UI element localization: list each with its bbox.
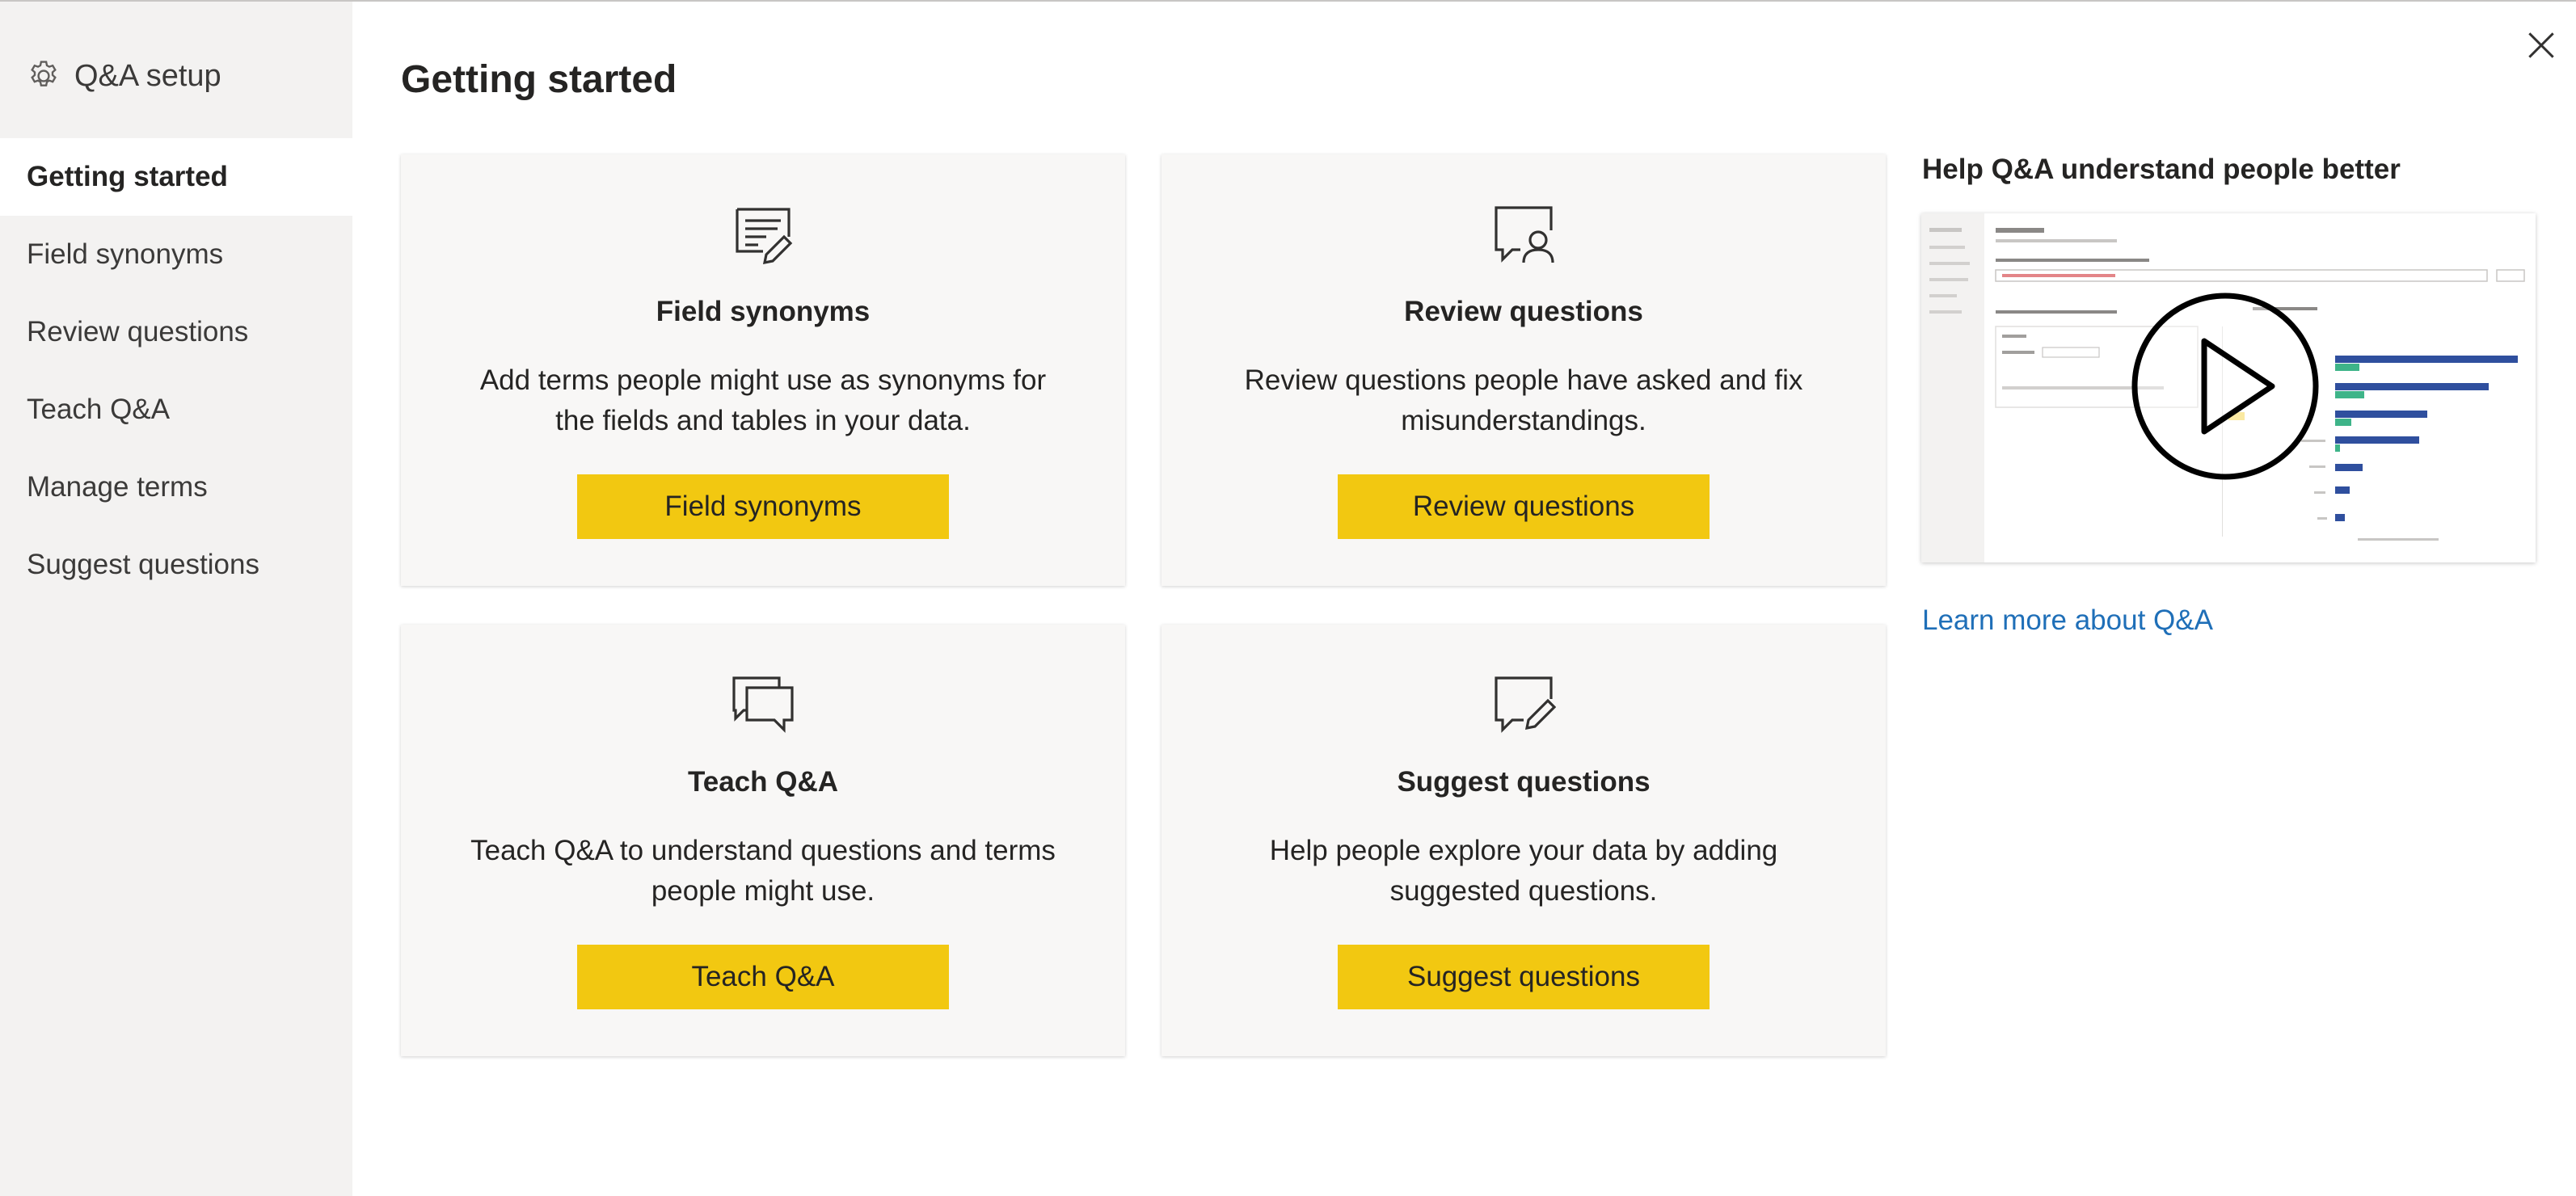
card-description: Add terms people might use as synonyms f… — [479, 364, 1047, 436]
learn-more-link[interactable]: Learn more about Q&A — [1922, 604, 2213, 637]
sidebar-nav: Getting started Field synonyms Review qu… — [0, 138, 352, 604]
conversation-icon — [732, 676, 794, 733]
sidebar-item-getting-started[interactable]: Getting started — [0, 138, 352, 216]
review-questions-button[interactable]: Review questions — [1338, 474, 1710, 539]
sidebar-title: Q&A setup — [74, 58, 221, 93]
page-title: Getting started — [401, 58, 677, 101]
card-teach-qna: Teach Q&A Teach Q&A to understand questi… — [401, 625, 1125, 1056]
sidebar-item-field-synonyms[interactable]: Field synonyms — [0, 216, 352, 293]
chat-pencil-icon — [1495, 676, 1556, 733]
gear-icon — [31, 61, 57, 86]
field-synonyms-button[interactable]: Field synonyms — [577, 474, 949, 539]
qna-setup-dialog: Q&A setup Getting started Field synonyms… — [0, 0, 2576, 1196]
help-section-title: Help Q&A understand people better — [1922, 154, 2401, 185]
card-description: Review questions people have asked and f… — [1244, 364, 1803, 436]
sidebar: Q&A setup Getting started Field synonyms… — [0, 2, 352, 1196]
sidebar-header: Q&A setup — [26, 52, 221, 100]
play-icon[interactable] — [2135, 296, 2316, 477]
card-title: Suggest questions — [1397, 766, 1651, 798]
close-icon[interactable] — [2523, 27, 2559, 63]
card-title: Review questions — [1404, 296, 1643, 327]
card-suggest-questions: Suggest questions Help people explore yo… — [1162, 625, 1886, 1056]
card-review-questions: Review questions Review questions people… — [1162, 154, 1886, 586]
card-title: Teach Q&A — [687, 766, 839, 798]
sidebar-item-teach-qna[interactable]: Teach Q&A — [0, 371, 352, 448]
tutorial-video-thumbnail[interactable] — [1921, 213, 2536, 562]
sidebar-item-suggest-questions[interactable]: Suggest questions — [0, 526, 352, 604]
card-description: Teach Q&A to understand questions and te… — [470, 835, 1056, 907]
suggest-questions-button[interactable]: Suggest questions — [1338, 945, 1710, 1009]
card-description: Help people explore your data by adding … — [1269, 835, 1778, 907]
teach-qna-button[interactable]: Teach Q&A — [577, 945, 949, 1009]
document-edit-icon — [736, 208, 793, 265]
card-title: Field synonyms — [656, 296, 871, 327]
sidebar-item-manage-terms[interactable]: Manage terms — [0, 448, 352, 526]
sidebar-item-review-questions[interactable]: Review questions — [0, 293, 352, 371]
card-field-synonyms: Field synonyms Add terms people might us… — [401, 154, 1125, 586]
chat-person-icon — [1495, 206, 1554, 263]
